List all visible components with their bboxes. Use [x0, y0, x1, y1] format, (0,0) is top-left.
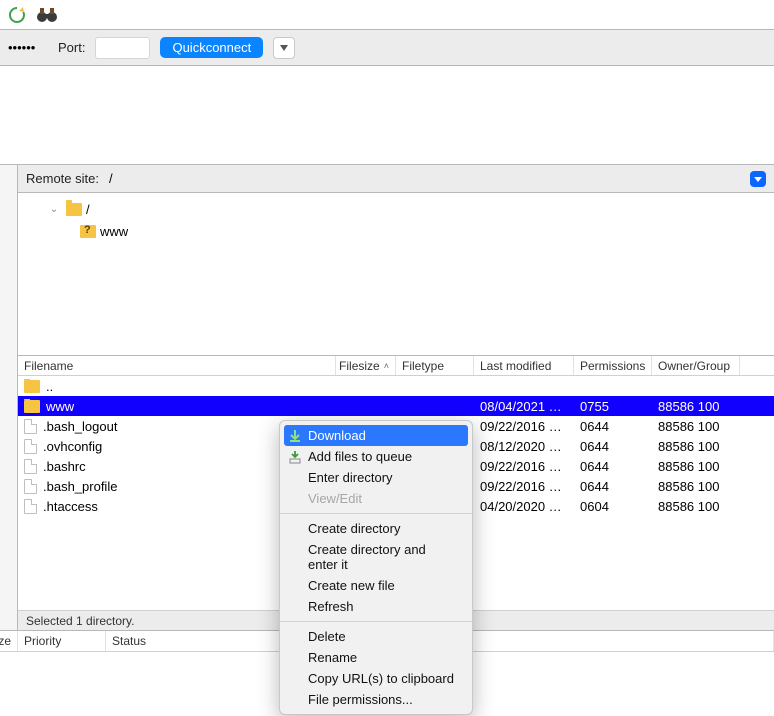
- menu-separator: [280, 513, 472, 514]
- file-perm: 0644: [574, 419, 652, 434]
- file-own: 88586 100: [652, 439, 740, 454]
- file-row[interactable]: ..: [18, 376, 774, 396]
- file-mod: 09/22/2016 1…: [474, 459, 574, 474]
- menu-item-label: Delete: [308, 629, 346, 644]
- main-toolbar: [0, 0, 774, 30]
- file-name-label: .bash_logout: [43, 419, 117, 434]
- file-icon: [24, 459, 37, 474]
- file-row[interactable]: www 08/04/2021 …075588586 100: [18, 396, 774, 416]
- col-filetype[interactable]: Filetype: [396, 356, 474, 375]
- menu-item: View/Edit: [280, 488, 472, 509]
- file-icon: [24, 419, 37, 434]
- file-own: 88586 100: [652, 459, 740, 474]
- col-filename[interactable]: Filename: [18, 356, 336, 375]
- file-perm: 0644: [574, 459, 652, 474]
- menu-item-label: Copy URL(s) to clipboard: [308, 671, 454, 686]
- folder-icon: [66, 203, 82, 216]
- file-perm: 0644: [574, 479, 652, 494]
- folder-unknown-icon: [80, 225, 96, 238]
- remote-directory-tree[interactable]: ⌄ / www: [18, 193, 774, 356]
- tree-child-label: www: [100, 224, 128, 239]
- menu-item[interactable]: Add files to queue: [280, 446, 472, 467]
- file-own: 88586 100: [652, 479, 740, 494]
- file-perm: 0755: [574, 399, 652, 414]
- menu-item[interactable]: Enter directory: [280, 467, 472, 488]
- menu-item-label: Refresh: [308, 599, 354, 614]
- queue-col-priority[interactable]: Priority: [18, 631, 106, 651]
- menu-item-label: Add files to queue: [308, 449, 412, 464]
- col-filesize-label: Filesize: [339, 359, 380, 373]
- queue-col-size[interactable]: ize: [0, 631, 18, 651]
- file-own: 88586 100: [652, 419, 740, 434]
- file-name-label: www: [46, 399, 74, 414]
- quickconnect-history-dropdown[interactable]: [273, 37, 295, 59]
- menu-item-label: Enter directory: [308, 470, 393, 485]
- menu-item[interactable]: Download: [284, 425, 468, 446]
- file-mod: 08/12/2020 0…: [474, 439, 574, 454]
- download-icon: [288, 429, 302, 443]
- file-perm: 0604: [574, 499, 652, 514]
- menu-item[interactable]: File permissions...: [280, 689, 472, 710]
- menu-item[interactable]: Delete: [280, 626, 472, 647]
- menu-item-label: File permissions...: [308, 692, 413, 707]
- file-icon: [24, 499, 37, 514]
- menu-separator: [280, 621, 472, 622]
- menu-item[interactable]: Rename: [280, 647, 472, 668]
- quickconnect-button[interactable]: Quickconnect: [160, 37, 263, 58]
- tree-row-root[interactable]: ⌄ /: [48, 199, 774, 219]
- col-modified[interactable]: Last modified: [474, 356, 574, 375]
- folder-icon: [24, 400, 40, 413]
- folder-icon: [24, 380, 40, 393]
- context-menu[interactable]: Download Add files to queue Enter director…: [279, 420, 473, 715]
- file-name-label: .bash_profile: [43, 479, 117, 494]
- file-own: 88586 100: [652, 499, 740, 514]
- binoculars-icon[interactable]: [36, 4, 58, 26]
- file-name-label: .ovhconfig: [43, 439, 102, 454]
- menu-item-label: Create directory: [308, 521, 400, 536]
- queue-icon: [288, 450, 302, 464]
- file-perm: 0644: [574, 439, 652, 454]
- col-permissions[interactable]: Permissions: [574, 356, 652, 375]
- refresh-icon[interactable]: [6, 4, 28, 26]
- menu-item[interactable]: Create directory: [280, 518, 472, 539]
- quickconnect-bar: •••••• Port: Quickconnect: [0, 30, 774, 66]
- file-own: 88586 100: [652, 399, 740, 414]
- file-icon: [24, 439, 37, 454]
- remote-site-label: Remote site:: [26, 171, 99, 186]
- col-owner[interactable]: Owner/Group: [652, 356, 740, 375]
- file-name-label: ..: [46, 379, 53, 394]
- sort-ascending-icon: ˄: [384, 361, 389, 371]
- tree-root-label: /: [86, 202, 90, 217]
- file-mod: 08/04/2021 …: [474, 399, 574, 414]
- file-icon: [24, 479, 37, 494]
- menu-item-label: Download: [308, 428, 366, 443]
- remote-path-dropdown[interactable]: [750, 171, 766, 187]
- local-pane-sliver: [0, 165, 18, 630]
- tree-row-www[interactable]: www: [80, 221, 774, 241]
- message-log: [0, 66, 774, 165]
- file-mod: 09/22/2016 1…: [474, 419, 574, 434]
- menu-item-label: Create directory and enter it: [308, 542, 426, 572]
- port-input[interactable]: [95, 37, 150, 59]
- menu-item-label: Rename: [308, 650, 357, 665]
- remote-site-bar: Remote site: /: [18, 165, 774, 193]
- menu-item[interactable]: Create new file: [280, 575, 472, 596]
- file-mod: 04/20/2020 …: [474, 499, 574, 514]
- file-name-label: .htaccess: [43, 499, 98, 514]
- remote-path-input[interactable]: /: [105, 169, 744, 189]
- menu-item[interactable]: Create directory and enter it: [280, 539, 472, 575]
- menu-item[interactable]: Refresh: [280, 596, 472, 617]
- chevron-down-icon[interactable]: ⌄: [48, 204, 60, 215]
- file-name-label: .bashrc: [43, 459, 86, 474]
- file-mod: 09/22/2016 1…: [474, 479, 574, 494]
- port-label: Port:: [58, 40, 85, 55]
- menu-item[interactable]: Copy URL(s) to clipboard: [280, 668, 472, 689]
- menu-item-label: View/Edit: [308, 491, 362, 506]
- password-masked[interactable]: ••••••: [8, 40, 48, 55]
- menu-item-label: Create new file: [308, 578, 395, 593]
- file-list-header[interactable]: Filename Filesize ˄ Filetype Last modifi…: [18, 356, 774, 376]
- col-filesize[interactable]: Filesize ˄: [336, 356, 396, 375]
